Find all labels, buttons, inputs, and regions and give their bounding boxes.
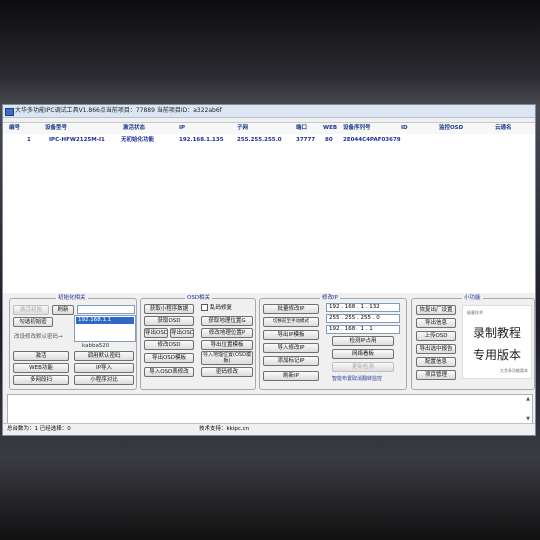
osd-panel: OSD相关 获取小程序数据 乱码修复 获取OSD 获取地理位置G 导出OSD 导… [140, 295, 256, 390]
mini-program-compare-button[interactable]: 小程序对比 [74, 375, 134, 385]
web-function-button[interactable]: WEB功能 [13, 363, 69, 373]
multi-subnet-scan-button[interactable]: 多网段扫 [13, 375, 69, 385]
misc-panel-title: 小功能 [462, 295, 483, 302]
select-init-pwd-button[interactable]: 勾选初始密 [13, 317, 53, 327]
ip-address-field[interactable]: 192 . 168 . 1 . 132 [326, 303, 400, 312]
app-icon [5, 108, 14, 116]
log-output[interactable]: ▲ ▼ [7, 394, 533, 424]
cell-ip: 192.168.1.135 [179, 137, 224, 143]
cell-model: IPC-HFW2125M-I1 [49, 137, 105, 143]
upload-osd-button[interactable]: 上传OSD [416, 331, 456, 341]
table-row[interactable]: 1 IPC-HFW2125M-I1 无初始化功能 192.168.1.135 2… [3, 135, 535, 146]
col-header-cloud[interactable]: 云通名 [495, 123, 512, 134]
subnet-mask-field[interactable]: 255 . 255 . 255 . 0 [326, 314, 400, 323]
activate-button[interactable]: 激活 [13, 351, 69, 361]
reorder-checkbox[interactable]: 乱码修复 [201, 304, 232, 312]
export-osd-mid-button[interactable]: 导出OSD中P [170, 328, 194, 338]
col-header-port[interactable]: 端口 [296, 123, 307, 134]
add-mark-ip-button[interactable]: 添加标记IP [263, 356, 319, 366]
gateway-field[interactable]: 192 . 168 . 1 . 1 [326, 325, 400, 334]
network-board-button[interactable]: 网络看板 [332, 349, 394, 359]
cell-port: 37777 [296, 137, 316, 143]
checkbox-icon [201, 304, 208, 311]
init-panel: 初始化相关 激活初始 刷新 192.168.1.1 勾选初始密 改设修改默认密码… [9, 295, 137, 390]
export-position-tpl-button[interactable]: 导出位置模板 [201, 340, 253, 350]
col-header-model[interactable]: 设备型号 [45, 123, 67, 134]
footer-link[interactable]: 智能布置取消翻转监控 [332, 375, 382, 383]
export-info-button[interactable]: 导出信息 [416, 318, 456, 328]
window-title: 大华多功能IPC调试工具V1.866点当前项目：77889 当前项目ID：a32… [15, 107, 222, 114]
col-header-ip[interactable]: IP [179, 123, 185, 134]
col-header-no[interactable]: 编号 [9, 123, 20, 134]
export-osd-small-button[interactable]: 导出OSD [144, 328, 168, 338]
export-report-button[interactable]: 导出选中报告 [416, 344, 456, 354]
scroll-down-icon[interactable]: ▼ [525, 416, 531, 422]
status-count: 总台数为：1 已经选择：0 [7, 426, 71, 432]
title-bar: 大华多功能IPC调试工具V1.866点当前项目：77889 当前项目ID：a32… [3, 105, 535, 118]
cell-subnet: 255.255.255.0 [237, 137, 282, 143]
col-header-status[interactable]: 激活状态 [123, 123, 145, 134]
control-area: 初始化相关 激活初始 刷新 192.168.1.1 勾选初始密 改设修改默认密码… [3, 293, 535, 394]
get-osd-button[interactable]: 获取OSD [144, 316, 194, 326]
app-window: 大华多功能IPC调试工具V1.866点当前项目：77889 当前项目ID：a32… [2, 104, 536, 436]
modify-position-button[interactable]: 修改地理位置P [201, 328, 253, 338]
status-bar: 总台数为：1 已经选择：0 技术支持：kkipc.cn [3, 423, 535, 435]
osd-panel-title: OSD相关 [185, 295, 213, 302]
ip-panel: 修改IP 批量修改IP 切换前至手动模式 导出IP模板 导入修改IP 添加标记I… [259, 295, 407, 390]
check-ip-use-button[interactable]: 检测IP占用 [332, 336, 394, 346]
col-header-serial[interactable]: 设备序列号 [343, 123, 371, 134]
promo-logo-top: 极客技术 [467, 310, 483, 315]
modify-osd-button[interactable]: 修改OSD [144, 340, 194, 350]
refresh-button[interactable]: 刷新 [52, 305, 74, 315]
config-info-button[interactable]: 配置信息 [416, 357, 456, 367]
init-search-input[interactable] [77, 305, 135, 314]
switch-manual-mode-button[interactable]: 切换前至手动模式 [263, 317, 319, 327]
cell-status: 无初始化功能 [121, 137, 155, 143]
refresh-ip-button[interactable]: 刷新IP [263, 371, 319, 381]
get-position-button[interactable]: 获取地理位置G [201, 316, 253, 326]
default-pwd-hint: 改设修改默认密码→ [14, 334, 63, 340]
import-modify-ip-button[interactable]: 导入修改IP [263, 343, 319, 353]
get-mini-data-button[interactable]: 获取小程序数据 [144, 304, 194, 314]
status-support: 技术支持：kkipc.cn [199, 426, 250, 432]
col-header-subnet[interactable]: 子网 [237, 123, 248, 134]
promo-line2: 专用版本 [472, 348, 521, 362]
ip-import-button[interactable]: IP导入 [74, 363, 134, 373]
update-check-button[interactable]: 更新检测 [332, 362, 394, 372]
cell-no: 1 [27, 137, 31, 143]
init-activate-button[interactable]: 激活初始 [13, 305, 49, 315]
init-panel-title: 初始化相关 [56, 295, 88, 302]
ip-panel-title: 修改IP [320, 295, 340, 302]
project-manage-button[interactable]: 项目管理 [416, 370, 456, 380]
ip-dropdown-selected[interactable]: 192.168.1.1 [76, 317, 134, 324]
ip-dropdown-list[interactable]: 192.168.1.1 [74, 315, 136, 342]
promo-logo: 极客技术 录制教程 专用版本 大华多功能版本 [462, 305, 532, 379]
scroll-up-icon[interactable]: ▲ [525, 396, 531, 402]
col-header-web[interactable]: WEB [323, 123, 337, 134]
promo-logo-bottom: 大华多功能版本 [500, 368, 528, 373]
batch-modify-ip-button[interactable]: 批量修改IP [263, 304, 319, 314]
col-header-osd[interactable]: 监控OSD [439, 123, 463, 134]
reorder-label: 乱码修复 [210, 305, 233, 311]
col-header-id[interactable]: ID [401, 123, 408, 134]
restore-factory-button[interactable]: 恢复出厂设置 [416, 305, 456, 315]
import-position-tpl-button[interactable]: 导入地理位置(OSD模板) [201, 351, 253, 365]
password-value[interactable]: kabba520 [82, 342, 109, 350]
misc-panel: 小功能 恢复出厂设置 导出信息 上传OSD 导出选中报告 配置信息 项目管理 极… [411, 295, 535, 390]
export-ip-tpl-button[interactable]: 导出IP模板 [263, 330, 319, 340]
cell-serial: 2E044C4PAF03679 [343, 137, 401, 143]
export-osd-tpl-button[interactable]: 导出OSD模板 [144, 353, 194, 363]
call-default-pwd-button[interactable]: 调用默认密码 [74, 351, 134, 361]
password-modify-button[interactable]: 密码修改 [201, 367, 253, 377]
import-osd-modify-button[interactable]: 导入OSD表修改 [144, 367, 194, 377]
promo-line1: 录制教程 [472, 326, 521, 340]
cell-web: 80 [325, 137, 333, 143]
